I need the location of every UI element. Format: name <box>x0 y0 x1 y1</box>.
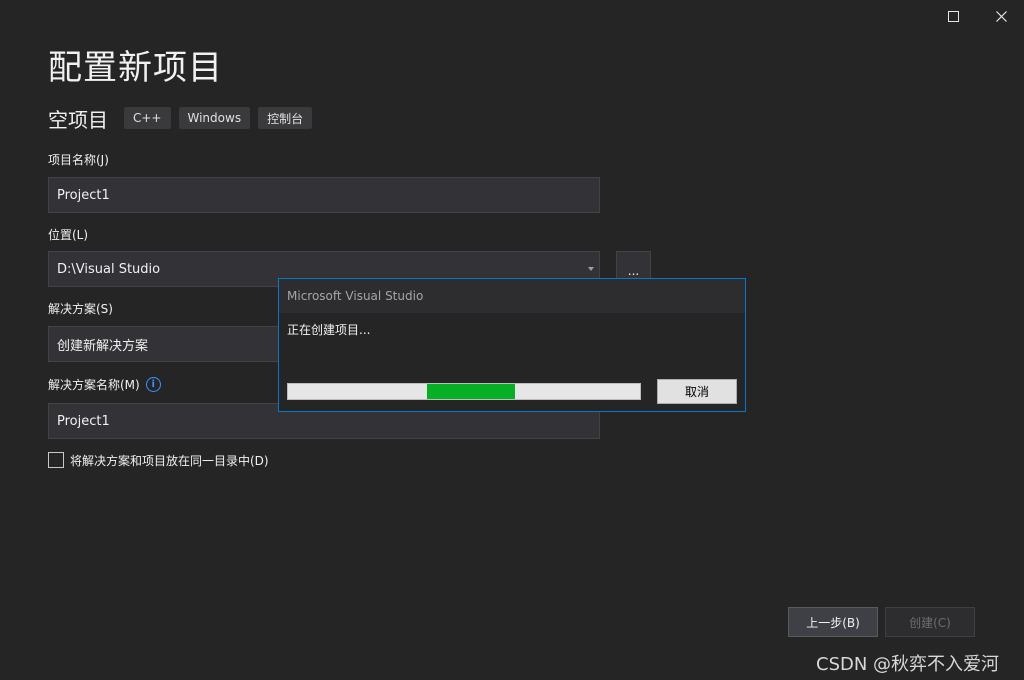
progress-bar <box>287 383 641 400</box>
configure-project-window: 配置新项目 空项目 C++ Windows 控制台 项目名称(J) Projec… <box>0 0 1024 680</box>
chevron-down-icon[interactable] <box>588 267 594 271</box>
project-name-label: 项目名称(J) <box>48 153 109 167</box>
dialog-cancel-button[interactable]: 取消 <box>657 379 737 404</box>
location-label: 位置(L) <box>48 228 89 242</box>
same-directory-checkbox[interactable] <box>48 452 64 468</box>
close-button[interactable] <box>978 0 1024 32</box>
progress-bar-fill <box>427 384 516 399</box>
same-directory-option[interactable]: 将解决方案和项目放在同一目录中(D) <box>48 451 269 469</box>
dialog-title: Microsoft Visual Studio <box>279 279 745 313</box>
same-directory-label[interactable]: 将解决方案和项目放在同一目录中(D) <box>70 452 269 469</box>
tag-language: C++ <box>124 107 171 129</box>
template-summary: 空项目 C++ Windows 控制台 <box>48 104 320 132</box>
template-name: 空项目 <box>48 107 108 132</box>
back-button[interactable]: 上一步(B) <box>788 607 878 637</box>
close-icon <box>995 10 1007 22</box>
location-value: D:\Visual Studio <box>57 261 161 277</box>
maximize-icon <box>947 10 959 22</box>
tag-platform: Windows <box>178 107 251 129</box>
solution-value: 创建新解决方案 <box>57 338 149 354</box>
maximize-button[interactable] <box>930 0 976 32</box>
solution-name-label-row: 解决方案名称(M) i <box>48 376 161 393</box>
dialog-message: 正在创建项目... <box>287 323 371 337</box>
create-button[interactable]: 创建(C) <box>885 607 975 637</box>
project-name-input[interactable]: Project1 <box>48 177 600 213</box>
solution-label: 解决方案(S) <box>48 302 113 316</box>
progress-dialog: Microsoft Visual Studio 正在创建项目... 取消 <box>278 278 746 412</box>
page-title: 配置新项目 <box>48 48 223 88</box>
tag-project-type: 控制台 <box>258 107 313 129</box>
solution-name-label: 解决方案名称(M) <box>48 378 140 392</box>
watermark: CSDN @秋弈不入爱河 <box>816 654 1000 675</box>
info-icon[interactable]: i <box>145 377 161 392</box>
